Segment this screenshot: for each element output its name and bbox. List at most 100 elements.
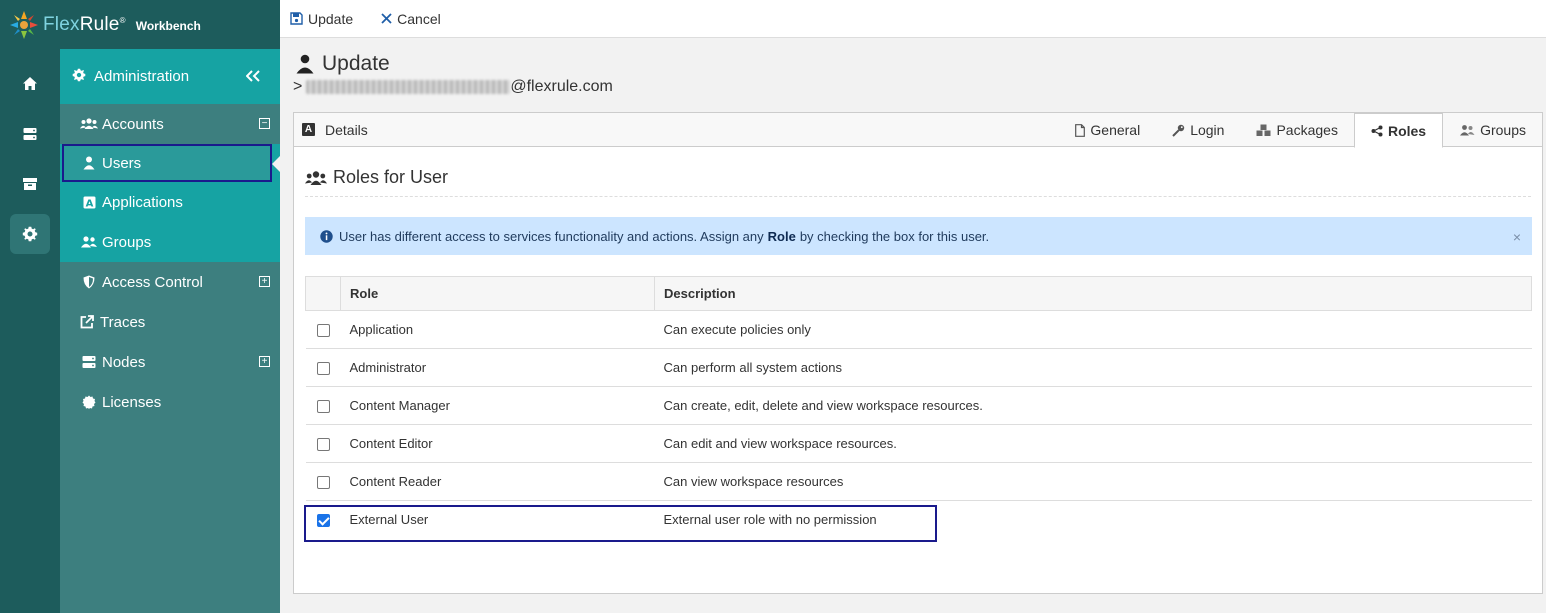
collapse-panel-icon[interactable] bbox=[245, 66, 260, 87]
highlight-box bbox=[304, 505, 937, 542]
tab-login[interactable]: Login bbox=[1156, 113, 1240, 147]
server-icon bbox=[80, 355, 98, 369]
role-checkbox[interactable] bbox=[316, 324, 330, 338]
roles-table: Role Description Application Can execute… bbox=[305, 276, 1532, 539]
section-title: Roles for User bbox=[305, 167, 448, 188]
tab-bar: General Login Packages Roles Groups bbox=[1059, 113, 1542, 148]
role-description: Can perform all system actions bbox=[654, 348, 1532, 387]
svg-text:A: A bbox=[85, 198, 93, 209]
page-title-text: Update bbox=[322, 52, 390, 75]
flexrule-logo-icon bbox=[8, 9, 40, 41]
table-row: Administrator Can perform all system act… bbox=[305, 348, 1532, 387]
alert-close-icon[interactable]: × bbox=[1513, 229, 1521, 245]
user-icon bbox=[80, 156, 98, 170]
nav-item-label: Groups bbox=[102, 233, 152, 251]
certificate-icon bbox=[80, 395, 98, 409]
collapse-toggle-icon[interactable]: − bbox=[259, 118, 270, 129]
alert-text-before: User has different access to services fu… bbox=[339, 228, 764, 244]
external-link-icon bbox=[78, 315, 96, 329]
alert-text-after: by checking the box for this user. bbox=[799, 228, 990, 244]
tab-label: General bbox=[1090, 122, 1141, 138]
table-row: Content Reader Can view workspace resour… bbox=[305, 462, 1532, 501]
expand-toggle-icon[interactable]: + bbox=[259, 356, 270, 367]
cancel-button[interactable]: Cancel bbox=[381, 11, 441, 27]
info-icon bbox=[320, 229, 333, 243]
tab-roles[interactable]: Roles bbox=[1353, 113, 1444, 148]
nav-item-access-control[interactable]: Access Control + bbox=[60, 262, 280, 302]
tab-label: Roles bbox=[1387, 122, 1427, 139]
top-toolbar: Update Cancel bbox=[280, 0, 1546, 38]
nav-item-label: Applications bbox=[102, 193, 183, 211]
role-description: Can execute policies only bbox=[654, 310, 1532, 349]
details-card: A Details General Login Packages Roles G… bbox=[293, 112, 1543, 594]
role-description: Can view workspace resources bbox=[654, 462, 1532, 501]
section-divider bbox=[305, 196, 1531, 197]
details-heading: A Details bbox=[302, 122, 368, 138]
nav-item-label: Accounts bbox=[102, 115, 164, 133]
role-name: Application bbox=[340, 310, 655, 349]
table-header-row: Role Description bbox=[305, 276, 1532, 311]
share-icon bbox=[1371, 125, 1383, 136]
tab-general[interactable]: General bbox=[1059, 113, 1156, 147]
breadcrumb-email-domain: @flexrule.com bbox=[510, 78, 613, 95]
file-icon bbox=[1075, 123, 1086, 137]
table-row: Content Editor Can edit and view workspa… bbox=[305, 424, 1532, 463]
details-label: Details bbox=[325, 121, 368, 138]
nav-item-groups[interactable]: Groups bbox=[60, 222, 280, 262]
close-icon bbox=[381, 13, 392, 24]
user-icon bbox=[296, 54, 314, 74]
nav-item-nodes[interactable]: Nodes + bbox=[60, 342, 280, 382]
role-description: Can edit and view workspace resources. bbox=[654, 424, 1532, 463]
nav-header-label: Administration bbox=[94, 68, 190, 85]
nav-item-accounts[interactable]: Accounts − bbox=[60, 104, 280, 144]
gear-icon bbox=[72, 68, 86, 86]
role-checkbox[interactable] bbox=[316, 476, 330, 490]
header-role: Role bbox=[340, 276, 655, 311]
update-label: Update bbox=[308, 10, 354, 27]
shield-icon bbox=[80, 275, 98, 289]
nav-item-users[interactable]: Users bbox=[62, 144, 272, 182]
role-description: Can create, edit, delete and view worksp… bbox=[654, 386, 1532, 425]
table-row: Content Manager Can create, edit, delete… bbox=[305, 386, 1532, 425]
tab-label: Groups bbox=[1480, 122, 1526, 138]
role-checkbox[interactable] bbox=[316, 438, 330, 452]
home-icon[interactable] bbox=[10, 64, 50, 104]
breadcrumb-prefix: > bbox=[293, 78, 303, 95]
app-badge-icon: A bbox=[302, 123, 315, 136]
admin-nav-panel: Administration Accounts − Users A Applic… bbox=[60, 49, 280, 613]
users-icon bbox=[80, 117, 98, 131]
brand-name: FlexRule® bbox=[43, 13, 126, 35]
table-row: Application Can execute policies only bbox=[305, 310, 1532, 349]
cubes-icon bbox=[1256, 124, 1271, 136]
redacted-username bbox=[306, 80, 511, 94]
save-icon bbox=[290, 12, 303, 25]
nav-item-licenses[interactable]: Licenses bbox=[60, 382, 280, 422]
nav-header-administration[interactable]: Administration bbox=[60, 49, 280, 104]
role-checkbox[interactable] bbox=[316, 400, 330, 414]
role-name: Content Reader bbox=[340, 462, 655, 501]
nav-item-label: Access Control bbox=[102, 273, 203, 291]
tab-packages[interactable]: Packages bbox=[1240, 113, 1353, 147]
section-title-text: Roles for User bbox=[333, 167, 449, 187]
nav-item-label: Traces bbox=[100, 313, 146, 331]
group-icon bbox=[80, 235, 98, 249]
tab-groups[interactable]: Groups bbox=[1443, 113, 1542, 147]
page-title: Update bbox=[296, 52, 390, 76]
expand-toggle-icon[interactable]: + bbox=[259, 276, 270, 287]
nav-item-label: Licenses bbox=[102, 393, 162, 411]
key-icon bbox=[1172, 124, 1185, 137]
nav-item-traces[interactable]: Traces bbox=[60, 302, 280, 342]
accounts-submenu: Users A Applications Groups bbox=[60, 144, 280, 262]
server-icon[interactable] bbox=[10, 114, 50, 154]
card-header: A Details General Login Packages Roles G… bbox=[294, 113, 1542, 148]
nav-item-applications[interactable]: A Applications bbox=[60, 182, 280, 222]
gear-icon[interactable] bbox=[10, 214, 50, 254]
users-icon bbox=[305, 170, 327, 185]
role-checkbox[interactable] bbox=[316, 362, 330, 376]
breadcrumb: > @flexrule.com bbox=[293, 78, 613, 96]
header-description: Description bbox=[654, 276, 1532, 311]
role-name: Content Manager bbox=[340, 386, 655, 425]
archive-icon[interactable] bbox=[10, 164, 50, 204]
brand-subtitle: Workbench bbox=[135, 18, 201, 33]
update-button[interactable]: Update bbox=[290, 11, 353, 27]
